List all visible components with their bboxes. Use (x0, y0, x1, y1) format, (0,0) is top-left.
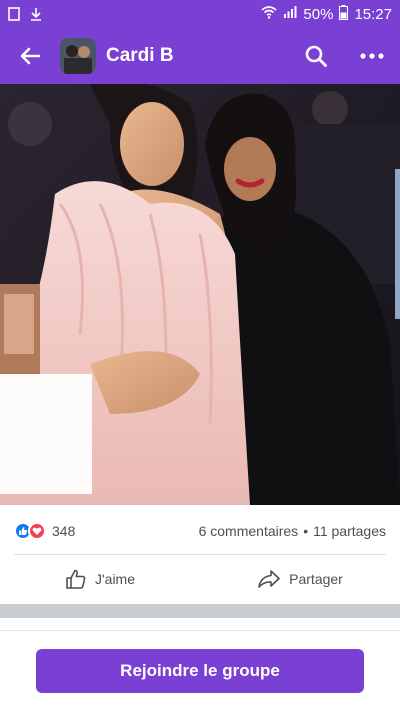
reactions-summary[interactable]: 348 (14, 522, 75, 540)
feed-separator (0, 604, 400, 618)
reaction-count: 348 (52, 523, 76, 539)
more-horizontal-icon (360, 53, 384, 59)
stats-separator: • (303, 523, 309, 539)
love-reaction-icon (28, 522, 46, 540)
signal-icon (283, 5, 297, 23)
status-bar: 50% 15:27 (0, 0, 400, 28)
wifi-icon (261, 5, 277, 23)
post-photo[interactable] (0, 84, 400, 505)
screenshot-icon (8, 7, 20, 21)
share-button[interactable]: Partager (200, 556, 400, 602)
group-avatar[interactable] (60, 38, 96, 74)
post-actions: J'aime Partager (0, 556, 400, 602)
back-button[interactable] (0, 28, 60, 84)
app-bar: Cardi B (0, 28, 400, 84)
group-title[interactable]: Cardi B (106, 45, 174, 67)
battery-percent: 50% (303, 5, 334, 23)
more-options-button[interactable] (344, 28, 400, 84)
comments-count[interactable]: 6 commentaires (199, 523, 299, 539)
battery-icon (339, 4, 349, 24)
like-button[interactable]: J'aime (0, 556, 200, 602)
share-arrow-icon (258, 570, 280, 588)
search-button[interactable] (288, 28, 344, 84)
post-stats: 348 6 commentaires • 11 partages (0, 515, 400, 547)
like-label: J'aime (94, 571, 136, 587)
stats-divider (14, 554, 386, 555)
search-icon (305, 45, 327, 67)
join-group-button[interactable]: Rejoindre le groupe (36, 649, 364, 693)
back-arrow-icon (20, 47, 40, 65)
share-label: Partager (289, 571, 343, 587)
thumbs-up-icon (66, 569, 86, 589)
status-time: 15:27 (354, 5, 392, 23)
shares-count[interactable]: 11 partages (313, 523, 386, 539)
join-group-bar: Rejoindre le groupe (0, 630, 400, 711)
download-icon (30, 7, 42, 21)
